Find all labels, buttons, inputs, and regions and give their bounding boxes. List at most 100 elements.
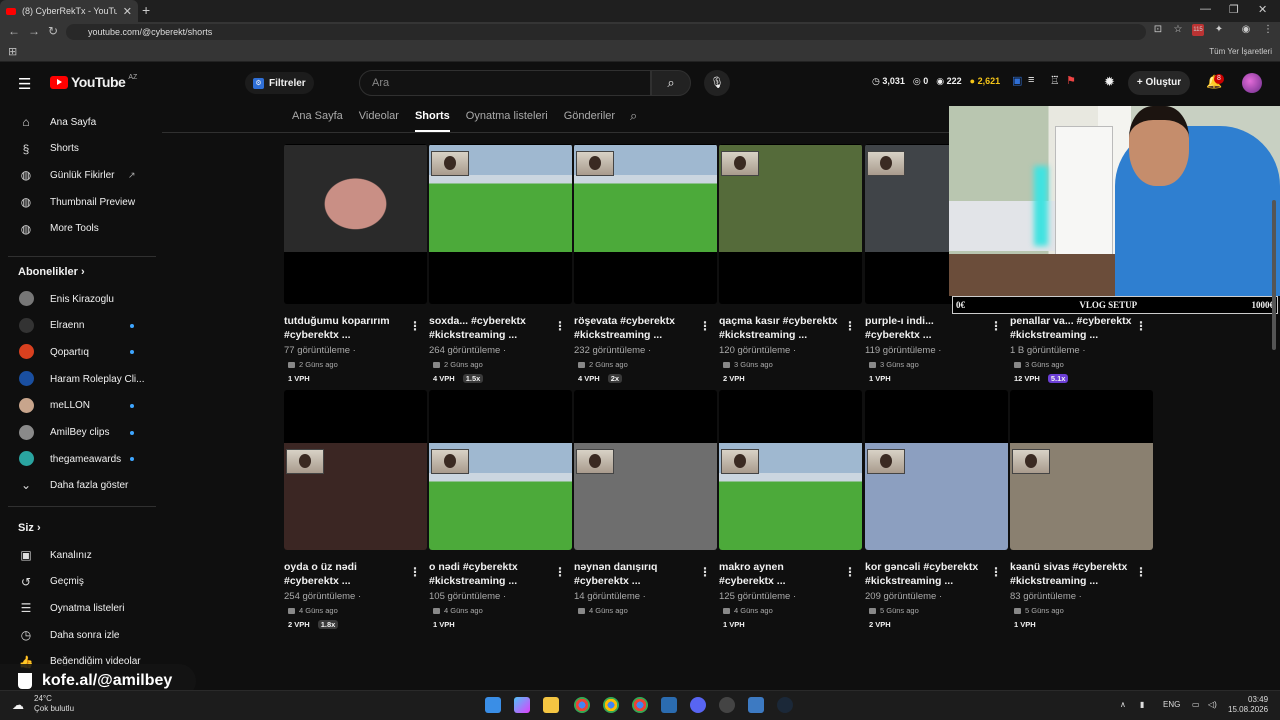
voice-search-button[interactable]: 🎙 [704, 70, 730, 96]
short-thumbnail[interactable] [574, 144, 717, 304]
sidebar-item[interactable]: ↺ Geçmiş [0, 569, 162, 595]
short-title[interactable]: nəynən danışırıq #cyberektx ... [574, 560, 702, 588]
clock[interactable]: 03:49 15.08.2026 [1228, 695, 1268, 715]
url-field[interactable]: youtube.com/@cyberekt/shorts [66, 24, 1146, 40]
alert-icon[interactable]: ⚑ [1066, 74, 1076, 87]
close-tab-icon[interactable]: ✕ [123, 5, 132, 18]
steam-icon[interactable] [777, 697, 793, 713]
extension-badge-icon[interactable]: 115 [1192, 24, 1204, 36]
short-title[interactable]: kəanü sivas #cyberektx #kickstreaming ... [1010, 560, 1138, 588]
short-title[interactable]: kor gəncəli #cyberektx #kickstreaming ... [865, 560, 993, 588]
sidebar-item[interactable]: ☰ Oynatma listeleri [0, 595, 162, 621]
more-options-icon[interactable]: ⋮ [1135, 565, 1147, 579]
sidebar-item[interactable]: ◍ Günlük Fikirler ↗ [0, 162, 162, 188]
short-title[interactable]: tutduğumu koparırım #cyberektx ... [284, 314, 412, 342]
more-options-icon[interactable]: ⋮ [409, 319, 421, 333]
tab-shorts[interactable]: Shorts [414, 104, 450, 132]
sidebar-item[interactable]: ◍ More Tools [0, 216, 162, 242]
more-options-icon[interactable]: ⋮ [554, 319, 566, 333]
list-icon[interactable]: ≡ [1028, 74, 1034, 86]
trophy-icon[interactable]: ♖ [1050, 74, 1060, 87]
chrome-icon[interactable] [574, 697, 590, 713]
browser-menu-icon[interactable]: ⋮ [1262, 24, 1274, 36]
tab-ana-sayfa[interactable]: Ana Sayfa [292, 104, 343, 132]
youtube-logo[interactable]: YouTube AZ [50, 74, 137, 90]
sidebar-item[interactable]: ⌄ Daha fazla göster [0, 472, 162, 498]
tab-videolar[interactable]: Videolar [359, 104, 399, 132]
sidebar-item[interactable]: meLLON [0, 393, 162, 419]
bookmark-star-icon[interactable]: ☆ [1172, 24, 1184, 36]
new-tab-icon[interactable]: + [142, 2, 150, 18]
install-app-icon[interactable]: ⊡ [1152, 24, 1164, 36]
network-icon[interactable]: ▭ [1192, 700, 1200, 709]
chrome-icon[interactable] [632, 697, 648, 713]
extensions-icon[interactable]: ✦ [1213, 24, 1225, 36]
short-thumbnail[interactable] [865, 390, 1008, 550]
app-icon[interactable] [661, 697, 677, 713]
short-thumbnail[interactable] [429, 390, 572, 550]
language-indicator[interactable]: ENG [1163, 700, 1180, 709]
short-thumbnail[interactable] [1010, 390, 1153, 550]
copilot-icon[interactable] [514, 697, 530, 713]
profile-icon[interactable]: ◉ [1240, 24, 1252, 36]
sidebar-item[interactable]: thegameawards [0, 446, 162, 472]
obs-icon[interactable] [719, 697, 735, 713]
more-options-icon[interactable]: ⋮ [409, 565, 421, 579]
sidebar-item[interactable]: § Shorts [0, 136, 162, 162]
short-title[interactable]: oyda o üz nədi #cyberektx ... [284, 560, 412, 588]
apps-icon[interactable]: ⊞ [8, 45, 17, 58]
short-thumbnail[interactable] [719, 390, 862, 550]
start-icon[interactable] [485, 697, 501, 713]
more-options-icon[interactable]: ⋮ [1135, 319, 1147, 333]
you-heading[interactable]: Siz › [18, 522, 41, 534]
short-title[interactable]: röşevata #cyberektx #kickstreaming ... [574, 314, 702, 342]
short-thumbnail[interactable] [719, 144, 862, 304]
subscriptions-heading[interactable]: Abonelikler › [18, 266, 85, 278]
browser-tab[interactable]: (8) CyberRekTx - YouTube ✕ [0, 0, 138, 22]
menu-icon[interactable]: ☰ [18, 75, 31, 93]
sidebar-item[interactable]: ◷ Daha sonra izle [0, 622, 162, 648]
short-title[interactable]: soxda... #cyberektx #kickstreaming ... [429, 314, 557, 342]
studio-icon[interactable]: ✹ [1104, 74, 1115, 90]
more-options-icon[interactable]: ⋮ [844, 319, 856, 333]
more-options-icon[interactable]: ⋮ [844, 565, 856, 579]
mic-tray-icon[interactable]: ▮ [1140, 700, 1144, 709]
short-title[interactable]: makro aynen #cyberektx ... [719, 560, 847, 588]
channel-search-icon[interactable]: ⌕ [630, 108, 637, 124]
window-close-icon[interactable]: ✕ [1258, 3, 1267, 16]
tray-chevron-icon[interactable]: ∧ [1120, 700, 1126, 709]
avatar[interactable] [1242, 73, 1262, 93]
tab-gönderiler[interactable]: Gönderiler [564, 104, 615, 132]
photos-icon[interactable] [748, 697, 764, 713]
short-title[interactable]: penallar va... #cyberektx #kickstreaming … [1010, 314, 1138, 342]
filters-button[interactable]: ⚙ Filtreler [245, 72, 314, 94]
sidebar-item[interactable]: ⌂ Ana Sayfa [0, 109, 162, 135]
short-thumbnail[interactable] [284, 144, 427, 304]
chrome-icon[interactable] [603, 697, 619, 713]
page-scrollbar[interactable] [1272, 200, 1276, 350]
forward-icon[interactable]: → [28, 24, 40, 38]
more-options-icon[interactable]: ⋮ [990, 565, 1002, 579]
sidebar-item[interactable]: ◍ Thumbnail Preview [0, 189, 162, 215]
file-explorer-icon[interactable] [543, 697, 559, 713]
sidebar-item[interactable]: Qopartıq [0, 339, 162, 365]
restore-icon[interactable]: ❐ [1229, 3, 1239, 16]
back-icon[interactable]: ← [8, 24, 20, 38]
short-title[interactable]: purple-ı indi... #cyberektx ... [865, 314, 993, 342]
weather-widget[interactable]: 24°C Çok bulutlu [34, 694, 74, 714]
sidebar-item[interactable]: Elraenn [0, 313, 162, 339]
short-thumbnail[interactable] [574, 390, 717, 550]
more-options-icon[interactable]: ⋮ [699, 565, 711, 579]
more-options-icon[interactable]: ⋮ [554, 565, 566, 579]
create-button[interactable]: + Oluştur [1128, 71, 1190, 95]
short-thumbnail[interactable] [429, 144, 572, 304]
minimize-icon[interactable]: — [1200, 3, 1211, 15]
short-title[interactable]: qaçma kasır #cyberektx #kickstreaming ... [719, 314, 847, 342]
discord-icon[interactable] [690, 697, 706, 713]
more-options-icon[interactable]: ⋮ [990, 319, 1002, 333]
reload-icon[interactable]: ↻ [48, 24, 58, 38]
short-thumbnail[interactable] [284, 390, 427, 550]
sidebar-item[interactable]: Haram Roleplay Cli... [0, 366, 162, 392]
short-title[interactable]: o nədi #cyberektx #kickstreaming ... [429, 560, 557, 588]
search-input[interactable]: Ara [359, 70, 651, 96]
